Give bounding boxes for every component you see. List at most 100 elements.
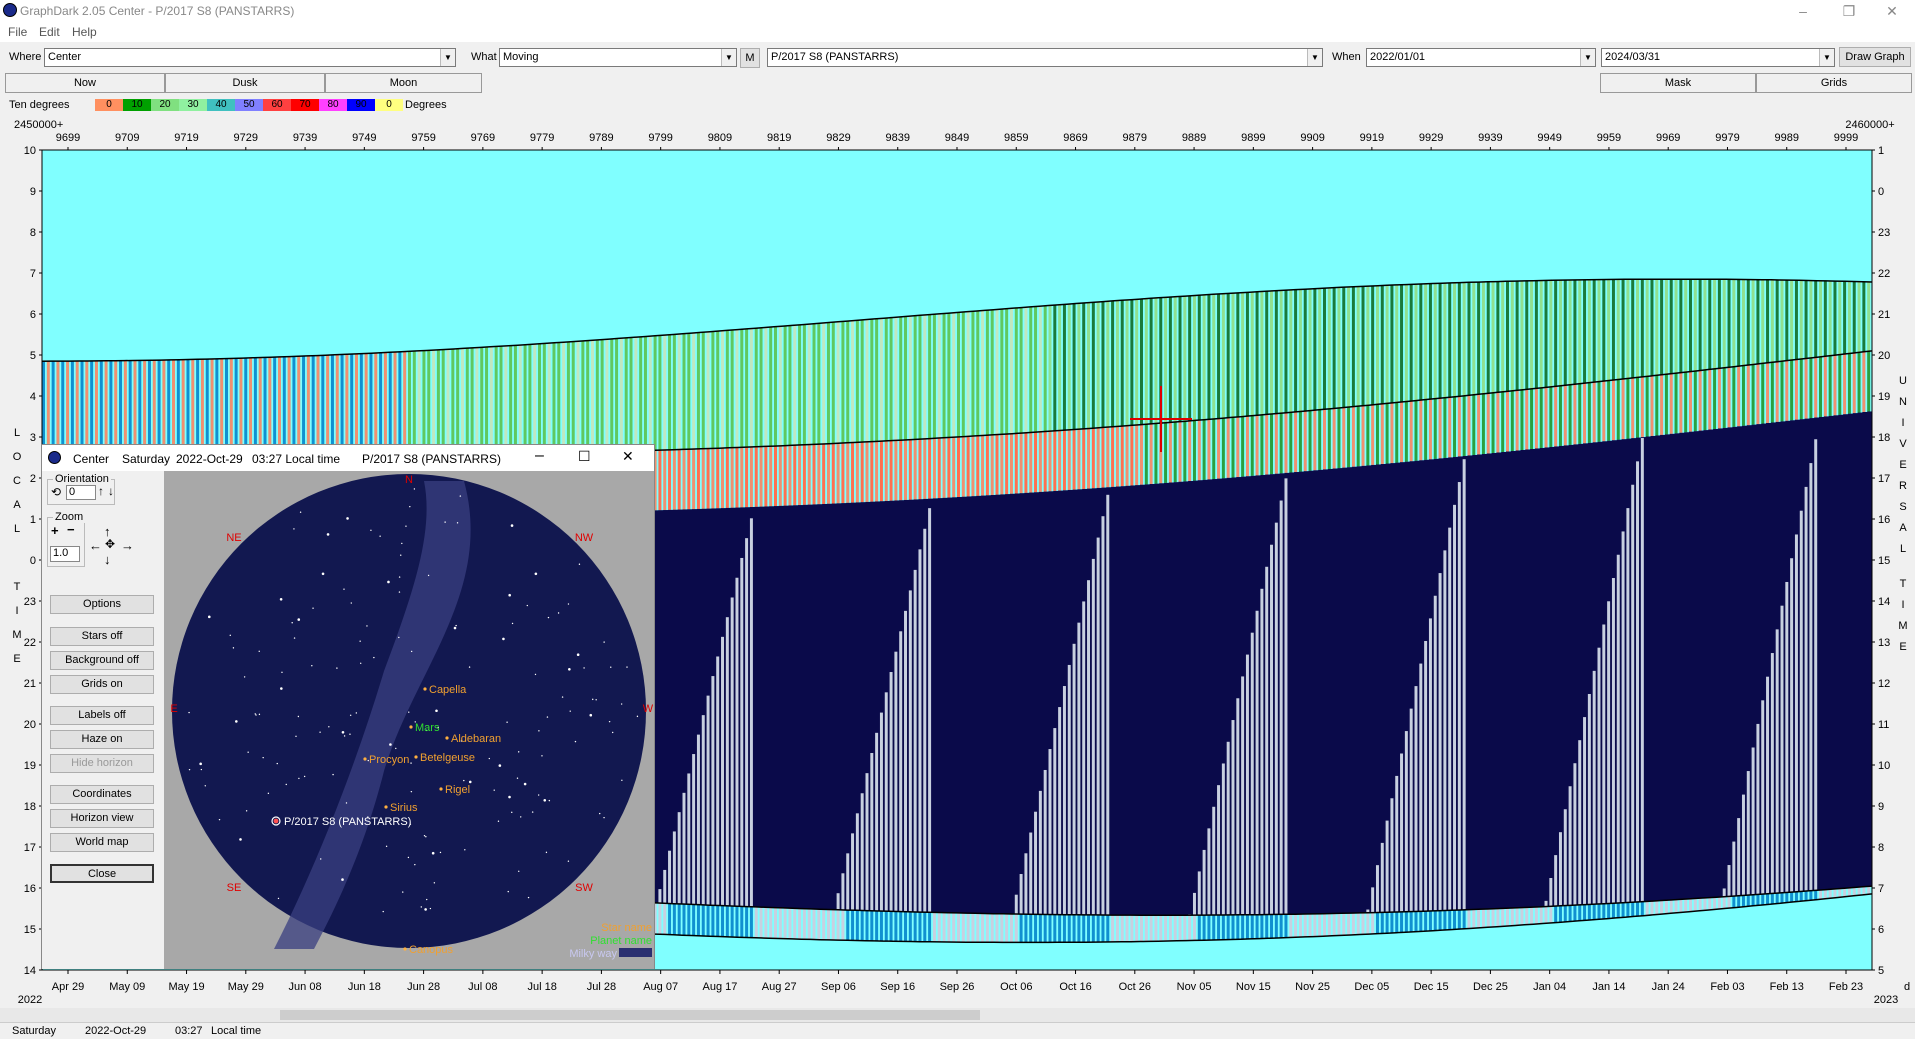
menu-edit[interactable]: Edit — [39, 25, 60, 39]
moon-bar — [701, 715, 705, 905]
jd-prefix-left: 2450000+ — [14, 119, 63, 131]
star-dot — [291, 622, 293, 624]
horizon-view-button[interactable]: Horizon view — [50, 809, 154, 828]
visibility-bar — [1693, 279, 1697, 372]
chevron-down-icon[interactable]: ▼ — [440, 49, 455, 66]
jd-tick-label: 9849 — [945, 132, 969, 144]
visibility-bar — [1226, 417, 1230, 478]
close-window-button[interactable]: ✕ — [1869, 0, 1915, 22]
zoom-input[interactable]: 1.0 — [50, 546, 80, 562]
orientation-input[interactable]: 0 — [66, 485, 96, 500]
star-dot — [341, 878, 344, 881]
twilight-bar — [1563, 905, 1567, 922]
twilight-bar — [889, 911, 893, 942]
grids-on-button[interactable]: Grids on — [50, 675, 154, 694]
legend-swatch: 10 — [123, 99, 151, 111]
visibility-bar — [1058, 430, 1062, 491]
star-dot — [427, 574, 430, 577]
visibility-bar — [1404, 401, 1408, 462]
menu-file[interactable]: File — [8, 25, 27, 39]
sky-minimize-button[interactable]: – — [535, 447, 544, 465]
m-button[interactable]: M — [740, 48, 760, 68]
visibility-bar — [817, 323, 821, 445]
visibility-bar — [393, 352, 397, 456]
tab-mask[interactable]: Mask — [1600, 73, 1756, 93]
app-icon — [3, 3, 17, 17]
maximize-button[interactable]: ❐ — [1826, 0, 1872, 22]
close-button[interactable]: Close — [50, 864, 154, 883]
star-dot — [455, 624, 457, 627]
pan-down-icon[interactable]: ↓ — [104, 552, 111, 567]
twilight-bar — [735, 906, 739, 938]
chevron-down-icon[interactable]: ▼ — [1580, 49, 1595, 66]
visibility-bar — [682, 333, 686, 450]
options-button[interactable]: Options — [50, 595, 154, 614]
chevron-down-icon[interactable]: ▼ — [1819, 49, 1834, 66]
rotate-icon[interactable]: ⟲ — [51, 485, 61, 499]
world-map-button[interactable]: World map — [50, 833, 154, 852]
tab-moon[interactable]: Moon — [325, 73, 482, 93]
where-combo[interactable]: Center ▼ — [44, 48, 456, 67]
tab-grids[interactable]: Grids — [1756, 73, 1912, 93]
sky-view-window[interactable]: Center Saturday 2022-Oct-29 03:27 Local … — [41, 444, 655, 969]
visibility-bar — [1790, 360, 1794, 421]
coordinates-button[interactable]: Coordinates — [50, 785, 154, 804]
labels-off-button[interactable]: Labels off — [50, 706, 154, 725]
visibility-bar — [591, 340, 594, 453]
background-off-button[interactable]: Background off — [50, 651, 154, 670]
sky-close-window-button[interactable]: ✕ — [622, 448, 634, 465]
start-date-combo[interactable]: 2022/01/01 ▼ — [1366, 48, 1596, 67]
arrow-down-icon[interactable]: ↓ — [108, 484, 114, 498]
hide-horizon-button[interactable]: Hide horizon — [50, 754, 154, 773]
visibility-bar — [1843, 281, 1847, 355]
pan-center-icon[interactable]: ✥ — [105, 537, 115, 551]
visibility-bar — [1775, 279, 1779, 362]
visibility-bar — [1640, 377, 1644, 438]
right-axis-label-letter: I — [1901, 417, 1904, 429]
visibility-bar — [143, 360, 147, 458]
tab-now[interactable]: Now — [5, 73, 165, 93]
pan-right-icon[interactable]: → — [121, 538, 134, 553]
night-bar — [1698, 430, 1704, 899]
pan-left-icon[interactable]: ← — [89, 538, 102, 553]
horizontal-scrollbar[interactable] — [0, 1008, 1915, 1022]
scrollbar-thumb[interactable] — [280, 1010, 980, 1020]
star-dot — [281, 671, 283, 674]
visibility-bar — [1510, 281, 1514, 391]
night-bar — [826, 503, 833, 910]
menu-help[interactable]: Help — [72, 25, 97, 39]
year-left-label: 2022 — [18, 994, 42, 1006]
night-bar — [1313, 470, 1319, 914]
star-dot — [349, 733, 351, 735]
object-combo[interactable]: P/2017 S8 (PANSTARRS) ▼ — [767, 48, 1323, 67]
zoom-out-icon[interactable]: − — [67, 522, 75, 537]
visibility-bar — [1703, 370, 1707, 431]
sky-svg[interactable]: NNE NWE WSE SWCapellaMarsAldebaranProcyon Be… — [164, 471, 654, 969]
sky-maximize-button[interactable]: ☐ — [578, 448, 591, 465]
star-dot — [258, 650, 260, 652]
end-date-combo[interactable]: 2024/03/31 ▼ — [1601, 48, 1835, 67]
minimize-button[interactable]: – — [1780, 0, 1826, 22]
visibility-bar — [899, 316, 903, 441]
chevron-down-icon[interactable]: ▼ — [721, 49, 736, 66]
zoom-in-icon[interactable]: + — [51, 523, 59, 538]
date-tick-label: May 19 — [168, 981, 204, 993]
star-dot — [459, 495, 462, 497]
visibility-bar — [234, 358, 238, 457]
draw-graph-button[interactable]: Draw Graph — [1839, 47, 1911, 67]
moon-bar — [1428, 618, 1432, 912]
stars-off-button[interactable]: Stars off — [50, 627, 154, 646]
haze-on-button[interactable]: Haze on — [50, 730, 154, 749]
star-dot — [414, 863, 416, 866]
what-combo[interactable]: Moving ▼ — [499, 48, 737, 67]
tab-dusk[interactable]: Dusk — [165, 73, 325, 93]
sky-map[interactable]: N NE NW E W SE SW Capella Mars Aldebaran Procyon Be… — [164, 471, 654, 969]
night-bar — [1308, 470, 1314, 914]
chevron-down-icon[interactable]: ▼ — [1307, 49, 1322, 66]
night-bar — [1149, 484, 1155, 916]
twilight-bar — [822, 909, 826, 940]
night-bar — [1852, 413, 1859, 888]
twilight-bar — [841, 909, 845, 941]
star-marker — [439, 787, 443, 791]
arrow-up-icon[interactable]: ↑ — [98, 484, 104, 498]
